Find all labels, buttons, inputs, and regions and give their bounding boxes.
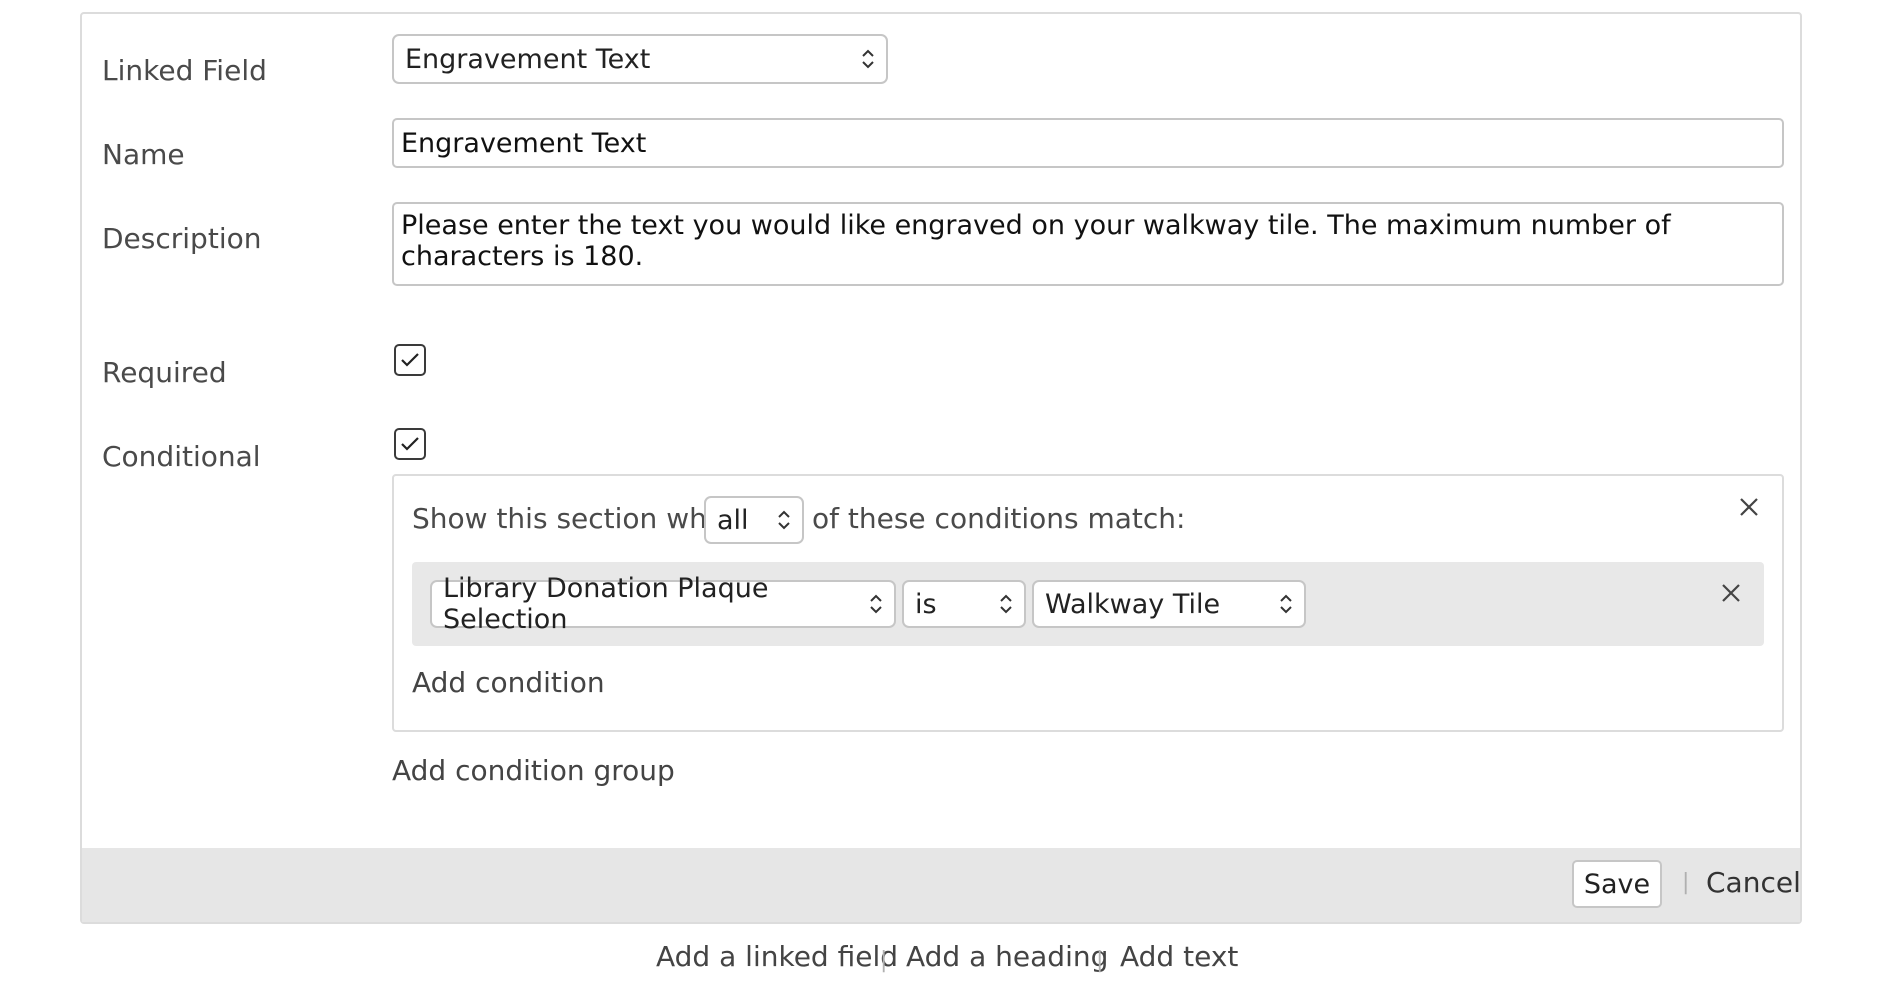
name-input-value: Engravement Text xyxy=(401,127,647,159)
checkmark-icon xyxy=(401,437,419,451)
up-down-chevron-icon xyxy=(862,49,874,69)
add-text-link[interactable]: Add text xyxy=(1120,940,1238,973)
condition-operator-value: is xyxy=(915,588,937,620)
remove-condition-group-close-icon[interactable] xyxy=(1738,496,1760,518)
description-label: Description xyxy=(102,222,262,255)
bottom-separator: | xyxy=(880,948,888,973)
description-textarea-value: Please enter the text you would like eng… xyxy=(401,210,1671,272)
linked-field-select-value: Engravement Text xyxy=(405,43,651,75)
condition-value-value: Walkway Tile xyxy=(1045,588,1221,620)
condition-field-select[interactable]: Library Donation Plaque Selection xyxy=(430,573,896,635)
name-input[interactable]: Engravement Text xyxy=(392,118,1784,168)
add-linked-field-link[interactable]: Add a linked field xyxy=(656,940,898,973)
condition-row: Library Donation Plaque Selection is Wal… xyxy=(412,562,1764,646)
bottom-separator: | xyxy=(1096,948,1104,973)
conditional-label: Conditional xyxy=(102,440,261,473)
up-down-chevron-icon xyxy=(870,594,882,614)
name-label: Name xyxy=(102,138,185,171)
add-condition-link[interactable]: Add condition xyxy=(412,666,605,699)
up-down-chevron-icon xyxy=(778,510,790,530)
footer-separator: | xyxy=(1682,870,1690,895)
checkmark-icon xyxy=(401,353,419,367)
condition-prefix-text: Show this section when xyxy=(412,502,742,535)
description-textarea[interactable]: Please enter the text you would like eng… xyxy=(392,202,1784,286)
form-footer: Save | Cancel xyxy=(82,848,1801,922)
condition-field-value: Library Donation Plaque Selection xyxy=(443,573,769,635)
field-editor-panel: Linked Field Engravement Text Name Engra… xyxy=(80,12,1802,924)
up-down-chevron-icon xyxy=(1000,594,1012,614)
condition-group: Show this section when all of these cond… xyxy=(392,474,1784,732)
save-button[interactable]: Save xyxy=(1572,860,1662,908)
linked-field-select[interactable]: Engravement Text xyxy=(392,34,888,84)
condition-suffix-text: of these conditions match: xyxy=(812,502,1186,535)
required-checkbox[interactable] xyxy=(394,344,426,376)
condition-value-select[interactable]: Walkway Tile xyxy=(1032,580,1306,628)
up-down-chevron-icon xyxy=(1280,594,1292,614)
linked-field-label: Linked Field xyxy=(102,54,267,87)
cancel-link[interactable]: Cancel xyxy=(1706,866,1801,899)
condition-operator-select[interactable]: is xyxy=(902,580,1026,628)
match-mode-select[interactable]: all xyxy=(704,496,804,544)
conditional-checkbox[interactable] xyxy=(394,428,426,460)
match-mode-value: all xyxy=(717,504,749,536)
remove-condition-close-icon[interactable] xyxy=(1720,582,1742,604)
add-condition-group-link[interactable]: Add condition group xyxy=(392,754,675,787)
add-heading-link[interactable]: Add a heading xyxy=(906,940,1108,973)
required-label: Required xyxy=(102,356,227,389)
